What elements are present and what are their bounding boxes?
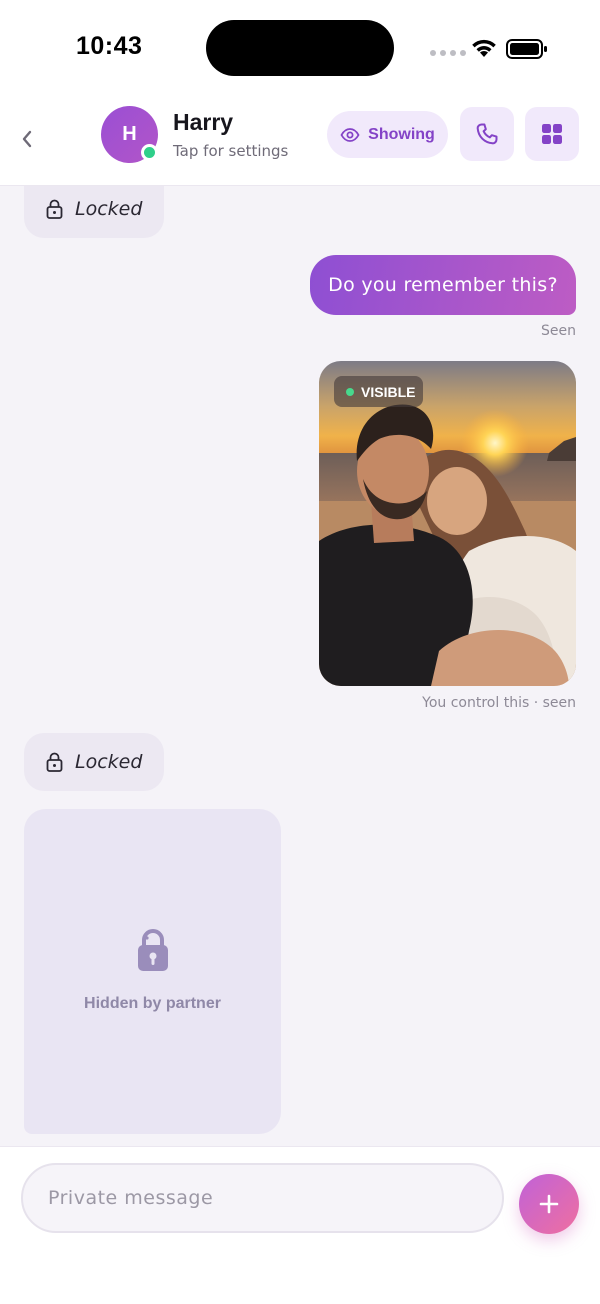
chat-header: H Harry Tap for settings Showing bbox=[0, 96, 600, 186]
lock-chat-icon bbox=[138, 929, 168, 971]
online-indicator bbox=[141, 144, 158, 161]
status-bar: 10:43 bbox=[0, 0, 600, 96]
visibility-badge-label: VISIBLE bbox=[361, 383, 416, 400]
dynamic-island bbox=[206, 20, 394, 76]
lock-icon bbox=[46, 752, 63, 772]
couple-sunset-photo bbox=[319, 361, 576, 686]
message-composer bbox=[0, 1146, 600, 1304]
hidden-media-label: Hidden by partner bbox=[84, 995, 221, 1012]
visibility-toggle-button[interactable]: Showing bbox=[327, 111, 448, 158]
locked-label: Locked bbox=[75, 751, 143, 773]
locked-message[interactable]: Locked bbox=[24, 733, 164, 791]
status-time: 10:43 bbox=[76, 32, 143, 60]
battery-icon bbox=[506, 39, 547, 59]
avatar-initial: H bbox=[122, 123, 137, 145]
sent-message-bubble[interactable]: Do you remember this? bbox=[310, 255, 576, 315]
call-button[interactable] bbox=[460, 107, 514, 161]
grid-icon bbox=[542, 124, 562, 144]
back-button[interactable] bbox=[14, 124, 40, 154]
locked-label: Locked bbox=[75, 198, 143, 220]
cellular-signal-icon bbox=[430, 50, 466, 56]
wifi-icon bbox=[472, 39, 496, 57]
photo-caption: You control this · seen bbox=[422, 695, 576, 711]
visible-dot-icon bbox=[346, 387, 354, 396]
locked-message[interactable]: Locked bbox=[24, 186, 164, 238]
sent-photo[interactable] bbox=[319, 361, 576, 686]
message-list[interactable]: Locked Do you remember this? Seen VISIBL… bbox=[0, 186, 600, 1146]
chevron-left-icon bbox=[22, 130, 32, 148]
message-status: Seen bbox=[541, 323, 576, 339]
lock-icon bbox=[46, 199, 63, 219]
phone-icon bbox=[476, 123, 498, 145]
message-input[interactable] bbox=[21, 1163, 504, 1233]
add-button[interactable] bbox=[519, 1174, 579, 1234]
eye-icon bbox=[340, 127, 360, 142]
hidden-media-card[interactable]: Hidden by partner bbox=[24, 809, 281, 1134]
contact-settings-hint[interactable]: Tap for settings bbox=[173, 142, 288, 160]
contact-name[interactable]: Harry bbox=[173, 109, 233, 136]
visibility-badge: VISIBLE bbox=[334, 376, 423, 407]
sent-message-text: Do you remember this? bbox=[328, 274, 558, 296]
plus-icon bbox=[539, 1194, 559, 1214]
visibility-toggle-label: Showing bbox=[368, 125, 435, 143]
menu-grid-button[interactable] bbox=[525, 107, 579, 161]
